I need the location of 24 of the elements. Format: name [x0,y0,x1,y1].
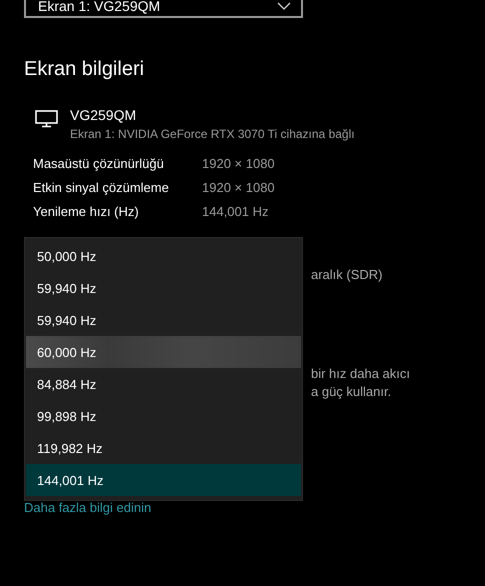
description-text: aralık (SDR) [311,267,383,282]
description-text: bir hız daha akıcı [311,366,410,381]
menu-item[interactable]: 60,000 Hz [26,336,301,368]
menu-item[interactable]: 144,001 Hz [26,464,301,496]
info-value: 1920 × 1080 [202,180,276,196]
info-label: Etkin sinyal çözümleme [33,180,170,196]
menu-item[interactable]: 84,884 Hz [26,368,301,400]
section-title: Ekran bilgileri [24,57,146,82]
chevron-down-icon [277,2,291,10]
menu-item[interactable]: 59,940 Hz [26,304,301,336]
display-dropdown[interactable]: Ekran 1: VG259QM [24,0,303,18]
description-text: a güç kullanır. [311,384,392,399]
learn-more-link[interactable]: Daha fazla bilgi edinin [24,500,152,515]
monitor-icon [35,110,58,128]
info-value: 1920 × 1080 [202,156,276,172]
menu-item[interactable]: 99,898 Hz [26,400,301,432]
info-label: Yenileme hızı (Hz) [33,204,140,220]
menu-item[interactable]: 50,000 Hz [26,240,301,272]
info-label: Masaüstü çözünürlüğü [33,156,165,172]
monitor-name: VG259QM [70,107,138,123]
monitor-description: Ekran 1: NVIDIA GeForce RTX 3070 Ti cihazına bağlı [70,126,355,142]
menu-item[interactable]: 59,940 Hz [26,272,301,304]
menu-item[interactable]: 119,982 Hz [26,432,301,464]
info-value: 144,001 Hz [202,204,270,220]
